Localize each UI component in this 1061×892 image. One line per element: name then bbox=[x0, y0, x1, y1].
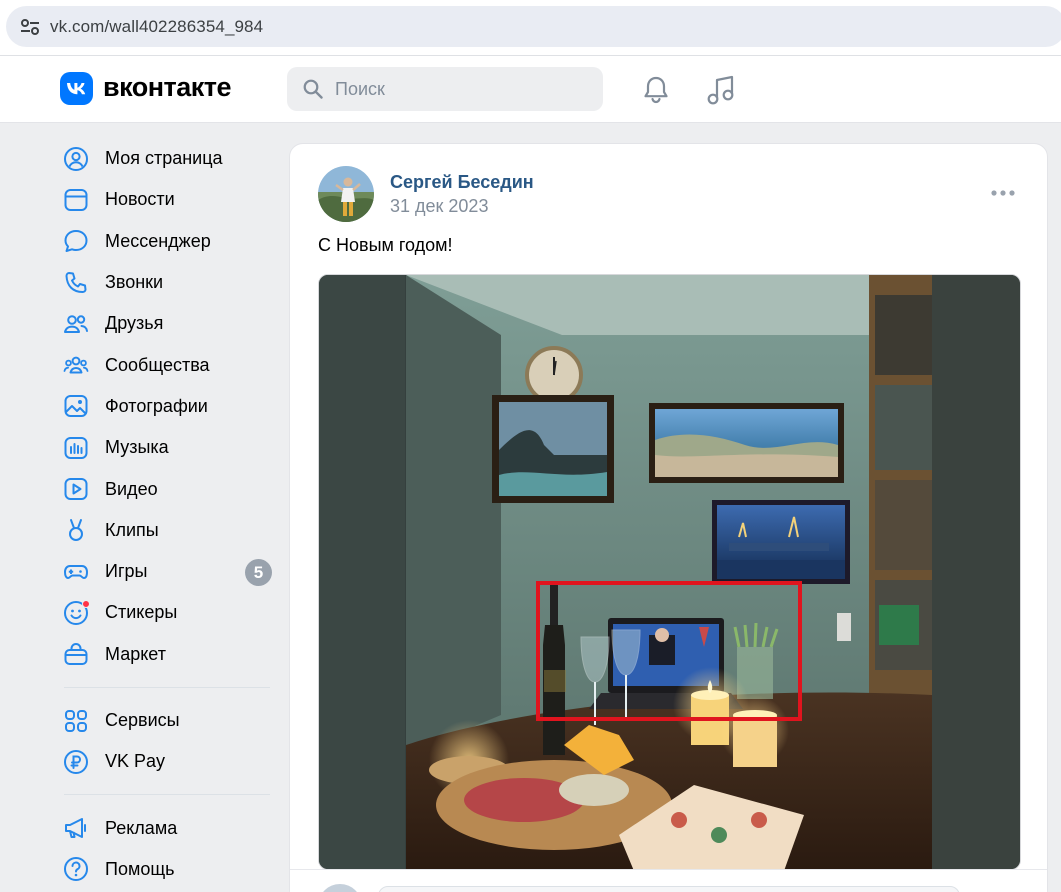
current-user-avatar bbox=[318, 884, 362, 892]
left-sidebar: Моя страница Новости Мессенджер Звонки Д… bbox=[60, 138, 275, 890]
photos-icon bbox=[64, 395, 88, 418]
sidebar-item-ads[interactable]: Реклама bbox=[60, 807, 275, 848]
sidebar-item-clips[interactable]: Клипы bbox=[60, 510, 275, 551]
vk-logo-icon[interactable] bbox=[60, 72, 93, 105]
more-options-icon[interactable] bbox=[990, 188, 1016, 198]
sidebar-item-label: Помощь bbox=[105, 858, 175, 879]
sidebar-item-market[interactable]: Маркет bbox=[60, 634, 275, 675]
sidebar-item-my-page[interactable]: Моя страница bbox=[60, 138, 275, 179]
sidebar-item-label: Музыка bbox=[105, 437, 169, 458]
site-settings-icon[interactable] bbox=[20, 18, 40, 36]
music-note-icon bbox=[64, 436, 88, 459]
photo-illustration bbox=[319, 275, 1020, 869]
message-icon bbox=[64, 230, 88, 253]
sidebar-item-news[interactable]: Новости bbox=[60, 179, 275, 220]
sidebar-item-label: Моя страница bbox=[105, 148, 223, 169]
search-icon bbox=[303, 79, 323, 99]
new-stickers-dot bbox=[82, 599, 90, 608]
search-input[interactable] bbox=[335, 67, 595, 111]
sidebar-item-label: Сервисы bbox=[105, 710, 180, 730]
post-text: С Новым годом! bbox=[318, 235, 453, 255]
clips-icon bbox=[69, 519, 83, 542]
games-counter-badge: 5 bbox=[245, 558, 272, 586]
author-avatar[interactable] bbox=[318, 166, 374, 222]
comment-bar bbox=[290, 869, 1047, 892]
sidebar-item-music[interactable]: Музыка bbox=[60, 427, 275, 468]
sidebar-divider bbox=[64, 686, 270, 688]
gamepad-icon bbox=[64, 564, 88, 579]
site-header: вконтакте bbox=[0, 56, 1061, 123]
vkpay-icon bbox=[64, 749, 88, 774]
post-author-link[interactable]: Сергей Беседин bbox=[390, 172, 534, 193]
vk-logo-text[interactable]: вконтакте bbox=[103, 72, 232, 103]
sidebar-item-video[interactable]: Видео bbox=[60, 468, 275, 509]
sidebar-item-label: Реклама bbox=[105, 817, 178, 838]
services-grid-icon bbox=[65, 709, 87, 732]
sidebar-item-label: Стикеры bbox=[105, 602, 178, 623]
address-bar[interactable]: vk.com/wall402286354_984 bbox=[6, 6, 1061, 47]
sidebar-item-label: Сообщества bbox=[105, 354, 210, 375]
video-icon bbox=[64, 478, 88, 501]
sidebar-item-label: Маркет bbox=[105, 643, 166, 664]
browser-toolbar: vk.com/wall402286354_984 bbox=[0, 0, 1061, 56]
sidebar-item-games[interactable]: Игры 5 bbox=[60, 551, 275, 592]
sidebar-item-messenger[interactable]: Мессенджер bbox=[60, 221, 275, 262]
sidebar-item-label: VK Pay bbox=[105, 751, 166, 772]
sidebar-item-friends[interactable]: Друзья bbox=[60, 303, 275, 344]
sidebar-item-label: Игры bbox=[105, 561, 148, 582]
sidebar-item-photos[interactable]: Фотографии bbox=[60, 386, 275, 427]
sidebar-item-communities[interactable]: Сообщества bbox=[60, 344, 275, 385]
post-photo[interactable] bbox=[318, 274, 1021, 870]
sidebar-item-label: Клипы bbox=[105, 519, 159, 540]
sidebar-item-label: Звонки bbox=[105, 272, 164, 293]
megaphone-icon bbox=[65, 818, 86, 839]
sidebar-item-label: Видео bbox=[105, 478, 158, 499]
user-circle-icon bbox=[64, 146, 88, 171]
notifications-bell-icon[interactable] bbox=[641, 75, 671, 105]
post-date[interactable]: 31 дек 2023 bbox=[390, 196, 488, 217]
help-icon bbox=[64, 857, 88, 882]
phone-icon bbox=[65, 271, 87, 293]
news-icon bbox=[64, 188, 88, 211]
sidebar-divider bbox=[64, 794, 270, 796]
sidebar-item-stickers[interactable]: Стикеры bbox=[60, 592, 275, 633]
market-bag-icon bbox=[64, 643, 88, 666]
sidebar-item-services[interactable]: Сервисы bbox=[60, 700, 275, 741]
comment-input[interactable] bbox=[378, 886, 960, 892]
sidebar-item-calls[interactable]: Звонки bbox=[60, 262, 275, 303]
communities-icon bbox=[63, 356, 89, 374]
wall-post: Сергей Беседин 31 дек 2023 С Новым годом… bbox=[289, 143, 1048, 892]
sidebar-item-label: Фотографии bbox=[105, 395, 208, 416]
sidebar-item-help[interactable]: Помощь bbox=[60, 849, 275, 890]
sidebar-item-label: Новости bbox=[105, 189, 175, 210]
url-text[interactable]: vk.com/wall402286354_984 bbox=[50, 17, 263, 37]
sidebar-item-label: Друзья bbox=[105, 313, 164, 334]
search-box[interactable] bbox=[287, 67, 603, 111]
friends-icon bbox=[64, 315, 88, 333]
music-player-icon[interactable] bbox=[706, 74, 736, 106]
sidebar-item-label: Мессенджер bbox=[105, 230, 211, 251]
sidebar-item-vk-pay[interactable]: VK Pay bbox=[60, 741, 275, 782]
